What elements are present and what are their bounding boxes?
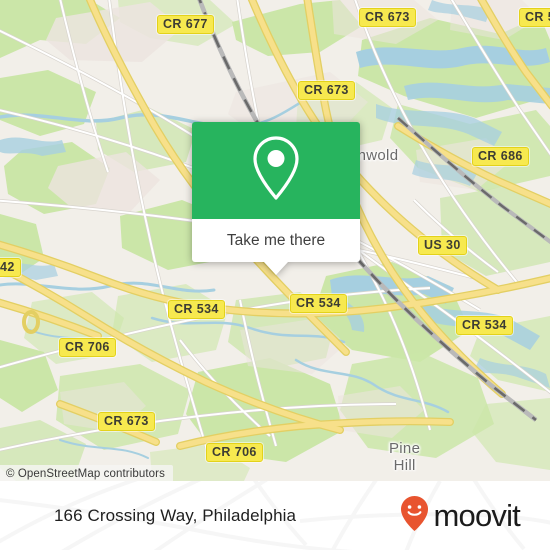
moovit-smiley-pin-icon — [400, 495, 429, 537]
road-shield-cr534-a: CR 534 — [168, 300, 225, 319]
map-screenshot: enwold Pine Hill CR 677 CR 673 CR 5 CR 6… — [0, 0, 550, 550]
road-shield-cr706-b: CR 706 — [206, 443, 263, 462]
address-label: 166 Crossing Way, Philadelphia — [54, 505, 297, 525]
road-shield-cr534-b: CR 534 — [290, 294, 347, 313]
map-attribution[interactable]: © OpenStreetMap contributors — [0, 465, 173, 481]
road-shield-cr706-a: CR 706 — [59, 338, 116, 357]
popup-cta-label: Take me there — [226, 231, 326, 249]
popup-tail — [264, 262, 288, 275]
road-shield-cr677: CR 677 — [157, 15, 214, 34]
road-shield-cr673-a: CR 673 — [359, 8, 416, 27]
road-shield-cr673-b: CR 673 — [298, 81, 355, 100]
footer-bar: 166 Crossing Way, Philadelphia moovit — [0, 481, 550, 550]
popup-cta-button[interactable]: Take me there — [192, 219, 360, 262]
road-shield-cr673-c: CR 673 — [98, 412, 155, 431]
map-pin-icon — [249, 134, 303, 207]
road-shield-cr686: CR 686 — [472, 147, 529, 166]
road-shield-cr5: CR 5 — [519, 8, 550, 27]
road-shield-us30: US 30 — [418, 236, 467, 255]
map-canvas[interactable]: enwold Pine Hill CR 677 CR 673 CR 5 CR 6… — [0, 0, 550, 481]
moovit-logo[interactable]: moovit — [400, 495, 521, 537]
road-shield-42: 42 — [0, 258, 21, 277]
location-popup[interactable]: Take me there — [192, 122, 360, 275]
moovit-wordmark: moovit — [433, 498, 520, 533]
popup-header — [192, 122, 360, 219]
road-shield-cr534-c: CR 534 — [456, 316, 513, 335]
